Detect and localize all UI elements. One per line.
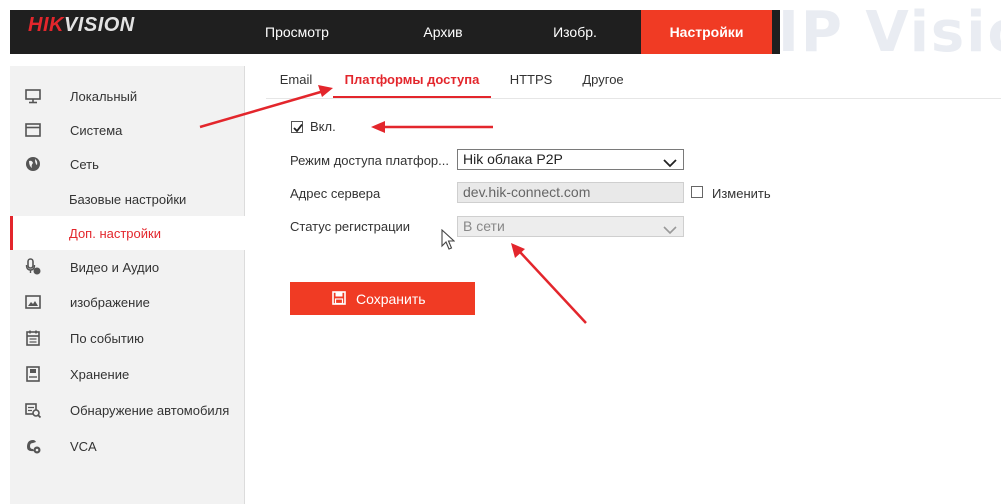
sidebar-item-label: Сеть [70,156,99,172]
tab-https[interactable]: HTTPS [507,72,555,98]
registration-status-label: Статус регистрации [290,219,411,234]
sidebar-item-label: Видео и Аудио [70,259,160,275]
sidebar-item-image[interactable]: изображение [10,285,245,319]
server-address-field[interactable]: dev.hik-connect.com [457,182,684,203]
sidebar-item-system[interactable]: Система [10,113,245,147]
nav-view[interactable]: Просмотр [246,10,348,54]
server-address-label: Адрес сервера [290,186,381,201]
nav-settings[interactable]: Настройки [641,10,772,54]
sidebar-item-vehicle-detection[interactable]: Обнаружение автомобиля [10,393,245,427]
vehicle-search-icon [24,401,42,419]
ipvision-watermark: IP Vision [778,4,1001,56]
globe-icon [24,155,42,173]
sidebar-item-local[interactable]: Локальный [10,79,245,113]
enable-label: Вкл. [310,119,336,134]
mouse-cursor-icon [441,228,456,254]
top-bar: HIKVISION Просмотр Архив Изобр. Настройк… [0,0,1001,56]
sidebar-item-basic-settings[interactable]: Базовые настройки [10,182,245,216]
nav-archive[interactable]: Архив [388,10,498,54]
sidebar-item-label: Базовые настройки [69,191,187,207]
sidebar: Локальный Система Сеть Базовые настройки… [10,66,245,504]
monitor-icon [24,87,42,105]
access-mode-select[interactable]: Hik облака P2P [457,149,684,170]
app-root: HIKVISION Просмотр Архив Изобр. Настройк… [0,0,1001,504]
sidebar-item-label: изображение [70,294,150,310]
sidebar-item-label: Хранение [70,366,130,382]
save-button[interactable]: Сохранить [290,282,475,315]
sidebar-item-advanced-settings[interactable]: Доп. настройки [10,216,245,250]
hikvision-logo: HIKVISION [28,14,135,36]
chevron-down-icon [663,154,677,173]
nav-image[interactable]: Изобр. [520,10,630,54]
tab-other[interactable]: Другое [578,72,628,98]
sidebar-item-label: Локальный [70,88,138,104]
save-button-label: Сохранить [356,291,426,307]
sidebar-item-label: Система [70,122,123,138]
image-icon [24,293,42,311]
annotation-arrowhead-checkbox [371,121,385,133]
sidebar-item-label: Доп. настройки [69,225,161,241]
annotation-arrowhead-tab [318,85,333,97]
sidebar-item-event[interactable]: По событию [10,321,245,355]
sidebar-item-vca[interactable]: VCA [10,429,245,463]
sidebar-item-network[interactable]: Сеть [10,147,245,181]
edit-label: Изменить [712,186,771,201]
tab-email[interactable]: Email [276,72,316,98]
enable-checkbox[interactable] [291,121,303,133]
storage-icon [24,365,42,383]
sidebar-item-storage[interactable]: Хранение [10,357,245,391]
sidebar-item-label: VCA [70,438,97,454]
floppy-disk-icon [332,291,346,305]
calendar-icon [24,329,42,347]
chevron-down-icon [663,221,677,240]
annotation-arrowhead-status [511,243,525,258]
video-audio-icon [24,258,42,276]
annotation-arrow-to-status [519,251,587,324]
tab-access-platforms[interactable]: Платформы доступа [333,72,491,98]
access-mode-value: Hik облака P2P [463,151,563,167]
vca-icon [24,437,42,455]
sidebar-item-video-audio[interactable]: Видео и Аудио [10,250,245,284]
sidebar-item-label: По событию [70,330,144,346]
system-window-icon [24,121,42,139]
tab-divider [266,98,1001,99]
access-mode-label: Режим доступа платфор... [290,153,450,168]
registration-status-select[interactable]: В сети [457,216,684,237]
registration-status-value: В сети [463,218,505,234]
sidebar-item-label: Обнаружение автомобиля [70,402,230,418]
edit-checkbox[interactable] [691,186,703,198]
